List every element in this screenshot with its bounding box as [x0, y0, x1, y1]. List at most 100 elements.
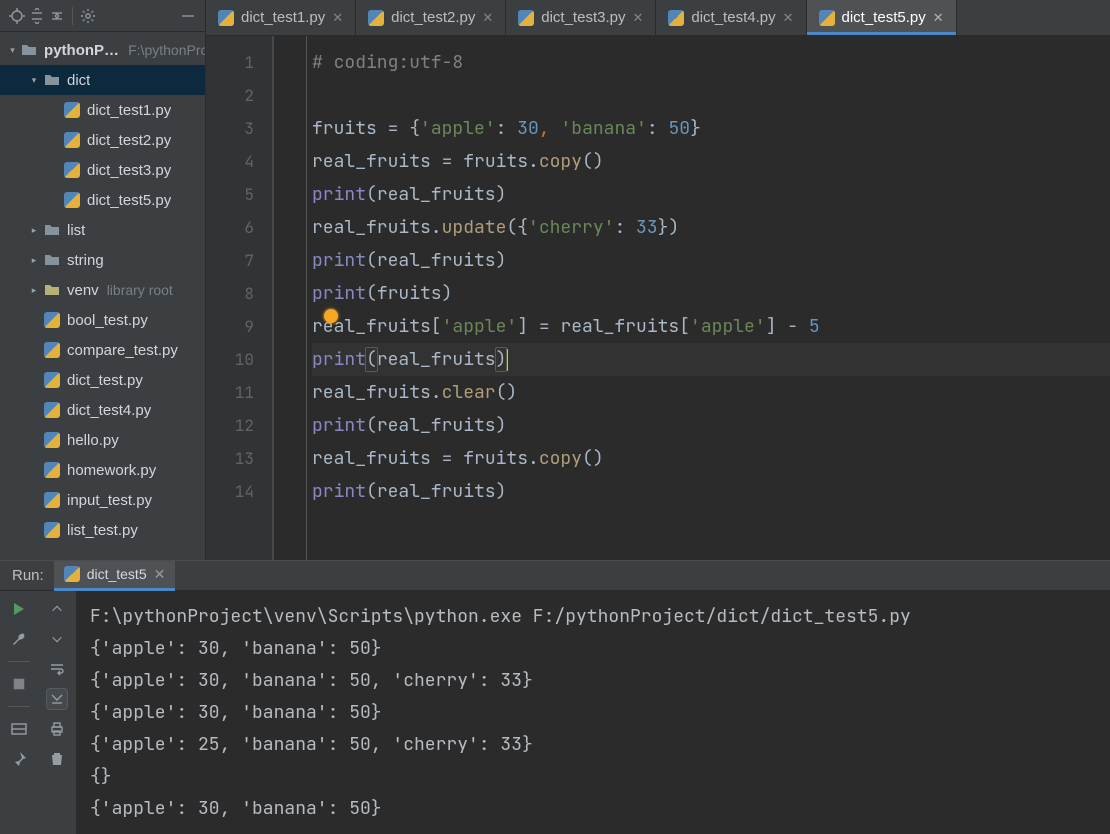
- expander-icon[interactable]: ▸: [28, 285, 40, 296]
- tree-file[interactable]: bool_test.py: [0, 305, 205, 335]
- tree-folder[interactable]: ▾dict: [0, 65, 205, 95]
- code-line[interactable]: fruits = {'apple': 30, 'banana': 50}: [312, 112, 1110, 145]
- collapse-all-icon[interactable]: [48, 7, 66, 25]
- tree-file[interactable]: compare_test.py: [0, 335, 205, 365]
- code-line[interactable]: print(real_fruits): [312, 244, 1110, 277]
- trash-icon[interactable]: [47, 749, 67, 769]
- editor-tab[interactable]: dict_test4.py✕: [656, 0, 806, 35]
- expander-icon[interactable]: ▸: [28, 255, 40, 266]
- editor-tab[interactable]: dict_test5.py✕: [807, 0, 957, 35]
- tree-folder[interactable]: ▸list: [0, 215, 205, 245]
- close-icon[interactable]: ✕: [154, 566, 166, 583]
- line-number[interactable]: 13: [206, 442, 272, 475]
- stop-icon[interactable]: [9, 674, 29, 694]
- line-number[interactable]: 9: [206, 310, 272, 343]
- line-number[interactable]: 7: [206, 244, 272, 277]
- tree-file[interactable]: dict_test5.py: [0, 185, 205, 215]
- line-number[interactable]: 5: [206, 178, 272, 211]
- expander-icon[interactable]: ▾: [28, 75, 40, 86]
- editor-tab[interactable]: dict_test3.py✕: [506, 0, 656, 35]
- arrow-up-icon[interactable]: [47, 599, 67, 619]
- close-icon[interactable]: ✕: [632, 10, 643, 26]
- tree-file[interactable]: homework.py: [0, 455, 205, 485]
- close-icon[interactable]: ✕: [933, 10, 944, 26]
- tree-file[interactable]: input_test.py: [0, 485, 205, 515]
- tree-file[interactable]: dict_test3.py: [0, 155, 205, 185]
- tab-label: dict_test1.py: [241, 9, 325, 26]
- python-icon: [218, 10, 234, 26]
- python-icon: [43, 371, 61, 389]
- code-line[interactable]: print(real_fruits): [312, 475, 1110, 508]
- intention-bulb-icon[interactable]: [324, 309, 338, 323]
- editor-tab-bar: dict_test1.py✕dict_test2.py✕dict_test3.p…: [206, 0, 1110, 36]
- line-number[interactable]: 12: [206, 409, 272, 442]
- folder-icon: [43, 251, 61, 269]
- python-icon: [43, 401, 61, 419]
- tree-file[interactable]: list_test.py: [0, 515, 205, 545]
- tree-file[interactable]: dict_test.py: [0, 365, 205, 395]
- settings-icon[interactable]: [79, 7, 97, 25]
- code-line[interactable]: real_fruits['apple'] = real_fruits['appl…: [312, 310, 1110, 343]
- code-line[interactable]: real_fruits = fruits.copy(): [312, 145, 1110, 178]
- code-line[interactable]: print(real_fruits): [312, 409, 1110, 442]
- python-icon: [518, 10, 534, 26]
- code-editor[interactable]: 1234567891011121314 # coding:utf-8fruits…: [206, 36, 1110, 560]
- wrench-icon[interactable]: [9, 629, 29, 649]
- code-line[interactable]: [312, 79, 1110, 112]
- python-icon: [43, 431, 61, 449]
- line-number[interactable]: 11: [206, 376, 272, 409]
- close-icon[interactable]: ✕: [482, 10, 493, 26]
- project-root[interactable]: ▾pythonProjectF:\pythonProject: [0, 35, 205, 65]
- play-icon[interactable]: [9, 599, 29, 619]
- tree-file[interactable]: dict_test2.py: [0, 125, 205, 155]
- line-number[interactable]: 1: [206, 46, 272, 79]
- project-tree[interactable]: ▾pythonProjectF:\pythonProject▾dictdict_…: [0, 32, 205, 560]
- folder-icon: [43, 221, 61, 239]
- expand-all-icon[interactable]: [28, 7, 46, 25]
- run-tab[interactable]: dict_test5 ✕: [54, 561, 176, 591]
- tree-file[interactable]: dict_test4.py: [0, 395, 205, 425]
- code-line[interactable]: real_fruits = fruits.copy(): [312, 442, 1110, 475]
- pin-icon[interactable]: [9, 749, 29, 769]
- editor-tab[interactable]: dict_test2.py✕: [356, 0, 506, 35]
- code-area[interactable]: # coding:utf-8 fruits = {'apple': 30, 'ba…: [272, 36, 1110, 560]
- python-icon: [43, 461, 61, 479]
- print-icon[interactable]: [47, 719, 67, 739]
- editor-tab[interactable]: dict_test1.py ✕: [206, 0, 356, 35]
- code-line[interactable]: print(real_fruits): [312, 178, 1110, 211]
- arrow-down-icon[interactable]: [47, 629, 67, 649]
- python-icon: [63, 191, 81, 209]
- line-number[interactable]: 8: [206, 277, 272, 310]
- tree-file[interactable]: hello.py: [0, 425, 205, 455]
- output-line: {'apple': 25, 'banana': 50, 'cherry': 33…: [90, 729, 1110, 761]
- layout-icon[interactable]: [9, 719, 29, 739]
- code-line[interactable]: real_fruits.update({'cherry': 33}): [312, 211, 1110, 244]
- line-number[interactable]: 6: [206, 211, 272, 244]
- code-line[interactable]: # coding:utf-8: [312, 46, 1110, 79]
- run-tab-label: dict_test5: [87, 566, 147, 582]
- code-line[interactable]: real_fruits.clear(): [312, 376, 1110, 409]
- tree-file[interactable]: dict_test1.py: [0, 95, 205, 125]
- line-number[interactable]: 10: [206, 343, 272, 376]
- run-output[interactable]: F:\pythonProject\venv\Scripts\python.exe…: [76, 591, 1110, 834]
- locate-icon[interactable]: [8, 7, 26, 25]
- close-icon[interactable]: ✕: [783, 10, 794, 26]
- output-line: F:\pythonProject\venv\Scripts\python.exe…: [90, 601, 1110, 633]
- soft-wrap-icon[interactable]: [47, 659, 67, 679]
- line-number[interactable]: 2: [206, 79, 272, 112]
- python-icon: [64, 566, 80, 582]
- editor-gutter: 1234567891011121314: [206, 36, 272, 560]
- line-number[interactable]: 3: [206, 112, 272, 145]
- expander-icon[interactable]: ▸: [28, 225, 40, 236]
- minimize-icon[interactable]: [179, 7, 197, 25]
- code-line[interactable]: print(real_fruits): [312, 343, 1110, 376]
- code-line[interactable]: print(fruits): [312, 277, 1110, 310]
- tree-folder[interactable]: ▸venvlibrary root: [0, 275, 205, 305]
- scroll-to-end-icon[interactable]: [47, 689, 67, 709]
- sidebar-toolbar: [0, 0, 205, 32]
- line-number[interactable]: 4: [206, 145, 272, 178]
- close-icon[interactable]: ✕: [332, 10, 343, 26]
- line-number[interactable]: 14: [206, 475, 272, 508]
- tree-folder[interactable]: ▸string: [0, 245, 205, 275]
- expander-icon[interactable]: ▾: [8, 45, 17, 56]
